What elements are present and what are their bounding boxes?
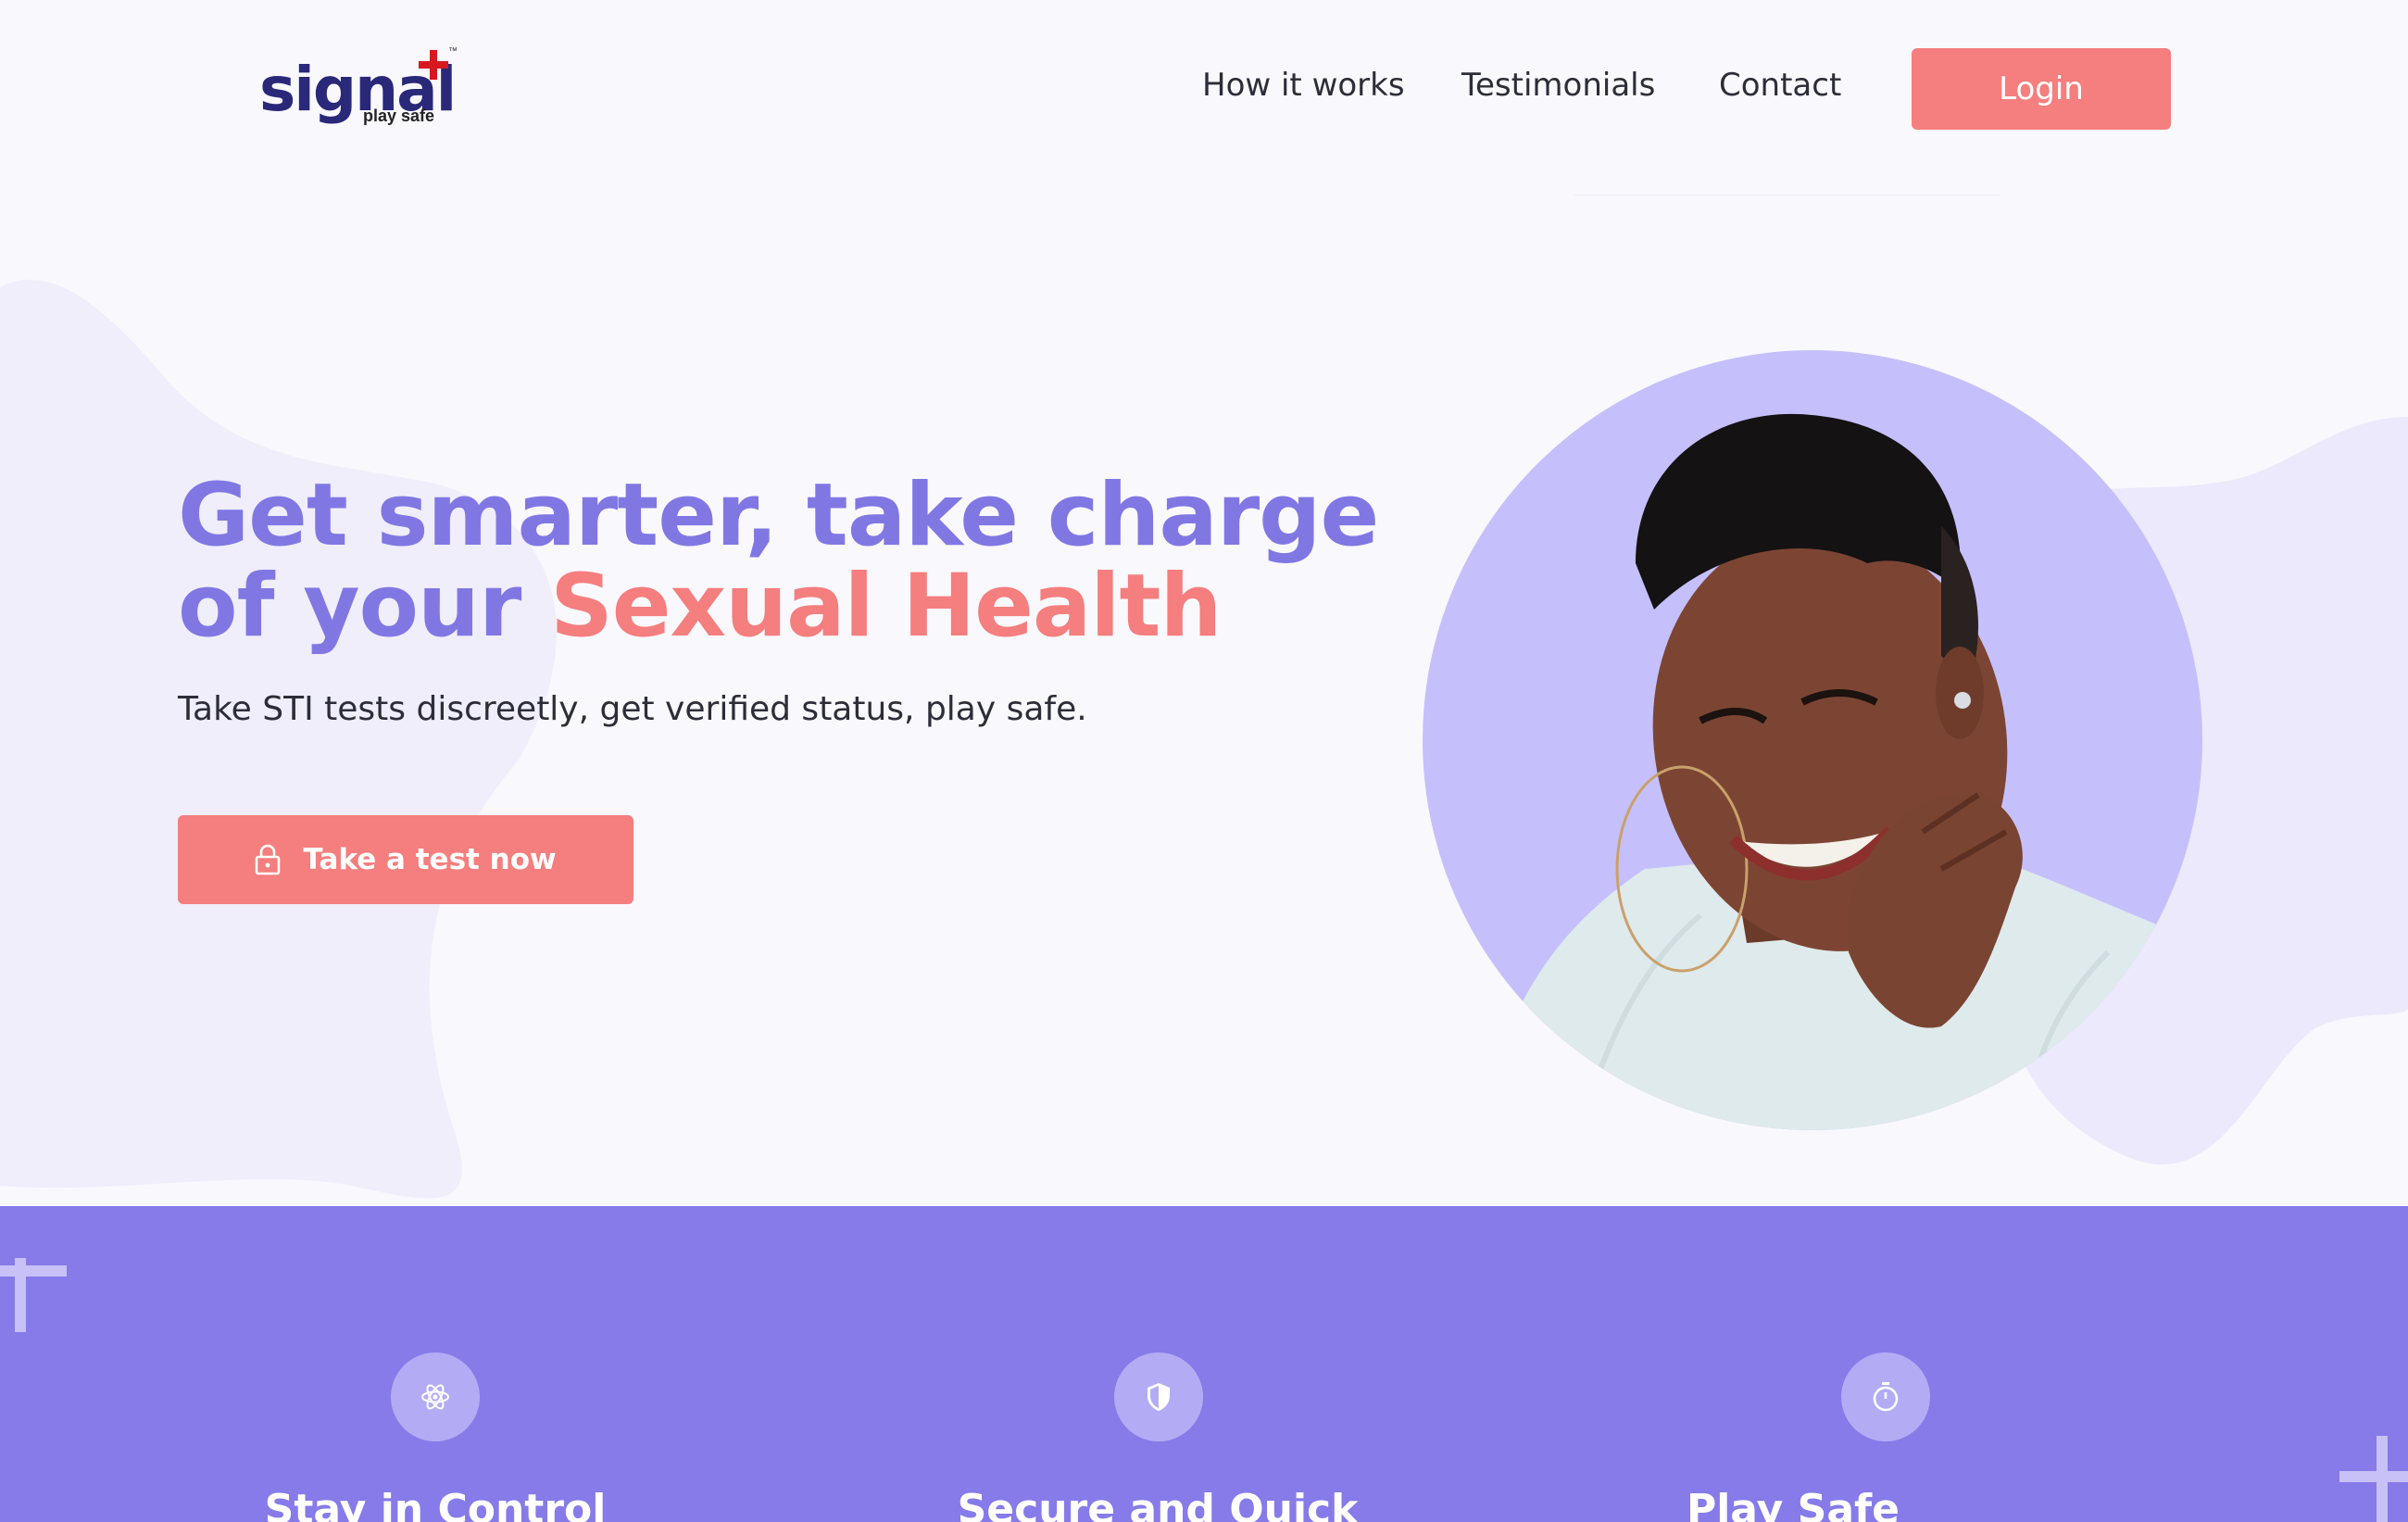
plus-decoration-right-icon-v xyxy=(2377,1436,2388,1522)
nav-testimonials[interactable]: Testimonials xyxy=(1461,65,1655,106)
feature-title-play-safe: Play Safe xyxy=(1686,1486,1900,1522)
login-button[interactable]: Login xyxy=(1912,48,2171,130)
features-section: Stay in Control Secure and Quick Play Sa… xyxy=(0,1206,2408,1522)
nav-contact[interactable]: Contact xyxy=(1719,65,1841,106)
nav-how-it-works[interactable]: How it works xyxy=(1202,65,1405,106)
logo-trademark: ™ xyxy=(448,46,458,57)
lock-icon xyxy=(256,844,281,875)
hero-title-accent: Sexual Health xyxy=(550,556,1222,657)
hero-subtitle: Take STI tests discreetly, get verified … xyxy=(178,690,1087,728)
hero-title-line1: Get smarter, take charge xyxy=(178,465,1379,566)
hero-portrait-image xyxy=(1423,350,2202,1130)
signal-logo[interactable]: signal play safe ™ xyxy=(257,46,470,137)
feature-title-secure-and-quick: Secure and Quick xyxy=(957,1486,1359,1522)
hero-title-prefix: of your xyxy=(178,556,551,657)
feature-title-stay-in-control: Stay in Control xyxy=(264,1486,607,1522)
hero-title: Get smarter, take charge of your Sexual … xyxy=(178,471,1382,652)
logo-tagline: play safe xyxy=(363,107,435,125)
login-button-label: Login xyxy=(1999,70,2084,107)
logo-cross-icon-bar xyxy=(419,61,448,69)
shield-icon xyxy=(1114,1352,1203,1441)
stopwatch-icon xyxy=(1841,1352,1930,1441)
hero-title-line2: of your Sexual Health xyxy=(178,561,1382,652)
atom-icon xyxy=(391,1352,480,1441)
take-test-button[interactable]: Take a test now xyxy=(178,815,633,904)
plus-decoration-left-icon xyxy=(0,1265,67,1277)
left-background-blob xyxy=(0,280,557,1199)
plus-decoration-right-icon xyxy=(2339,1471,2408,1482)
plus-decoration-left-icon-v xyxy=(15,1258,26,1332)
take-test-button-label: Take a test now xyxy=(303,843,557,876)
